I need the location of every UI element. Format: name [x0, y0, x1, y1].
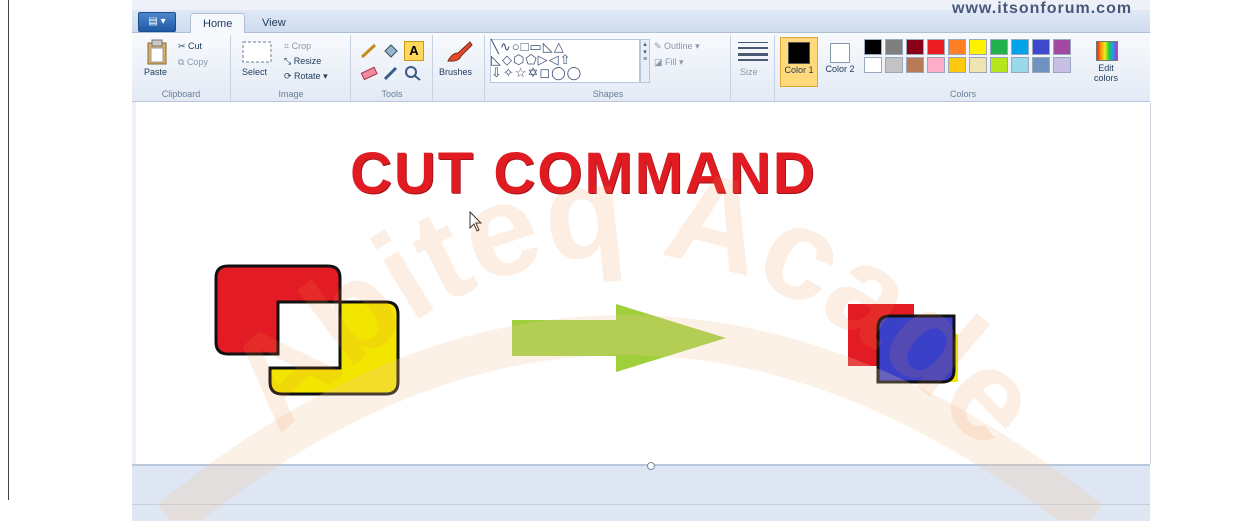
palette-swatch[interactable] — [948, 57, 966, 73]
image-group-label: Image — [278, 89, 304, 99]
resize-label: Resize — [293, 56, 322, 66]
size-group: Size — [732, 35, 775, 101]
rotate-icon: ⟳ — [284, 71, 295, 81]
image-group: Select ⌗ Crop ⤡ Resize ⟳ Rotate ▾ Image — [232, 35, 351, 101]
palette-swatch[interactable] — [1032, 39, 1050, 55]
palette-swatch[interactable] — [1053, 39, 1071, 55]
color1-swatch — [788, 42, 810, 64]
palette-swatch[interactable] — [906, 57, 924, 73]
edit-colors-button[interactable]: Edit colors — [1088, 39, 1124, 85]
color1-button[interactable]: Color 1 — [780, 37, 818, 87]
clipboard-group-label: Clipboard — [161, 89, 201, 99]
paste-icon[interactable] — [146, 39, 168, 65]
palette-swatch[interactable] — [927, 57, 945, 73]
palette-swatch[interactable] — [969, 39, 987, 55]
paste-button[interactable]: Paste — [144, 67, 167, 77]
select-icon[interactable] — [242, 41, 272, 63]
rotate-button[interactable]: ⟳ Rotate ▾ — [284, 71, 328, 82]
cut-label: Cut — [188, 41, 203, 51]
brush-icon[interactable] — [444, 39, 474, 70]
magnifier-icon[interactable] — [404, 65, 422, 86]
color1-label: Color 1 — [784, 65, 814, 75]
palette-swatch[interactable] — [864, 39, 882, 55]
colors-group: Color 1 Color 2 Edit colors Colors — [776, 35, 1150, 101]
shapes-group-label: Shapes — [592, 89, 624, 99]
canvas-drawing — [214, 210, 958, 396]
green-arrow-shape — [512, 304, 726, 372]
brushes-button[interactable]: Brushes — [439, 67, 472, 77]
color2-button[interactable]: Color 2 — [822, 37, 858, 85]
copy-button[interactable]: ⧉ Copy — [178, 57, 208, 68]
drawing-canvas[interactable]: CUT COMMAND — [136, 102, 1151, 464]
scissors-icon: ✂ — [178, 41, 189, 51]
shapes-group: ╲∿○□▭◺△ ◺◇⬡⬠▷◁⇧ ⇩✧☆✡◻◯◯ ▴ ▾ ≡ ✎ Outline ▾ ◪ … — [486, 35, 731, 101]
resize-icon: ⤡ — [284, 56, 294, 66]
tab-view[interactable]: View — [250, 13, 298, 33]
palette-swatch[interactable] — [969, 57, 987, 73]
brushes-group: Brushes — [434, 35, 485, 101]
palette-swatch[interactable] — [1053, 57, 1071, 73]
rotate-label: Rotate — [294, 71, 321, 81]
outline-button[interactable]: ✎ Outline ▾ — [654, 41, 700, 52]
canvas-resize-handle[interactable] — [647, 462, 655, 470]
palette-swatch[interactable] — [864, 57, 882, 73]
copy-icon: ⧉ — [178, 57, 187, 67]
fill-label: Fill — [665, 57, 677, 67]
eraser-icon[interactable] — [360, 65, 378, 86]
tools-group: A Tools — [352, 35, 433, 101]
text-tool-icon[interactable]: A — [404, 41, 424, 61]
crop-label: Crop — [291, 41, 312, 51]
cut-button[interactable]: ✂ Cut — [178, 41, 202, 52]
paint-window: ▤ ▾ Home View www.itsonforum.com Paste ✂… — [132, 0, 1151, 521]
mouse-cursor-icon — [469, 210, 483, 232]
ribbon: Paste ✂ Cut ⧉ Copy Clipboard Select ⌗ Cr… — [132, 33, 1150, 102]
clipboard-group: Paste ✂ Cut ⧉ Copy Clipboard — [132, 35, 231, 101]
shapes-scroll[interactable]: ▴ ▾ ≡ — [640, 39, 650, 83]
title-watermark: www.itsonforum.com — [952, 0, 1133, 17]
outline-icon: ✎ — [654, 41, 665, 51]
tab-home[interactable]: Home — [190, 13, 246, 34]
palette-swatch[interactable] — [1032, 57, 1050, 73]
fill-button[interactable]: ◪ Fill ▾ — [654, 57, 684, 68]
resize-button[interactable]: ⤡ Resize — [284, 56, 321, 67]
pencil-icon[interactable] — [360, 43, 378, 64]
yellow-rounded-shape — [268, 300, 400, 396]
crop-button[interactable]: ⌗ Crop — [284, 41, 311, 52]
size-lines-icon[interactable] — [738, 41, 768, 66]
palette-swatch[interactable] — [885, 57, 903, 73]
colors-group-label: Colors — [949, 89, 976, 99]
red-rounded-shape — [214, 264, 342, 356]
size-button[interactable]: Size — [740, 67, 758, 77]
color2-swatch — [830, 43, 850, 63]
palette-swatch[interactable] — [948, 39, 966, 55]
status-bar — [132, 504, 1150, 521]
palette-swatch[interactable] — [1011, 39, 1029, 55]
file-menu-button[interactable]: ▤ ▾ — [138, 12, 176, 32]
combined-blue-shape — [876, 314, 956, 384]
palette-swatch[interactable] — [990, 39, 1008, 55]
canvas-workspace-bottom — [132, 462, 1150, 506]
edit-colors-label: Edit colors — [1093, 63, 1118, 83]
palette-swatch[interactable] — [990, 57, 1008, 73]
tools-group-label: Tools — [381, 89, 403, 99]
color-picker-icon[interactable] — [382, 65, 400, 86]
fill-icon: ◪ — [654, 57, 666, 67]
color-palette — [864, 39, 1080, 77]
fill-bucket-icon[interactable] — [382, 43, 400, 64]
palette-swatch[interactable] — [906, 39, 924, 55]
copy-label: Copy — [186, 57, 208, 67]
crop-icon: ⌗ — [284, 41, 292, 51]
outline-label: Outline — [664, 41, 693, 51]
palette-swatch[interactable] — [927, 39, 945, 55]
left-border-line — [8, 0, 9, 500]
palette-swatch[interactable] — [885, 39, 903, 55]
edit-colors-icon — [1096, 41, 1118, 61]
select-button[interactable]: Select — [242, 67, 267, 77]
color2-label: Color 2 — [825, 64, 855, 74]
palette-swatch[interactable] — [1011, 57, 1029, 73]
shapes-gallery[interactable]: ╲∿○□▭◺△ ◺◇⬡⬠▷◁⇧ ⇩✧☆✡◻◯◯ — [490, 39, 640, 83]
